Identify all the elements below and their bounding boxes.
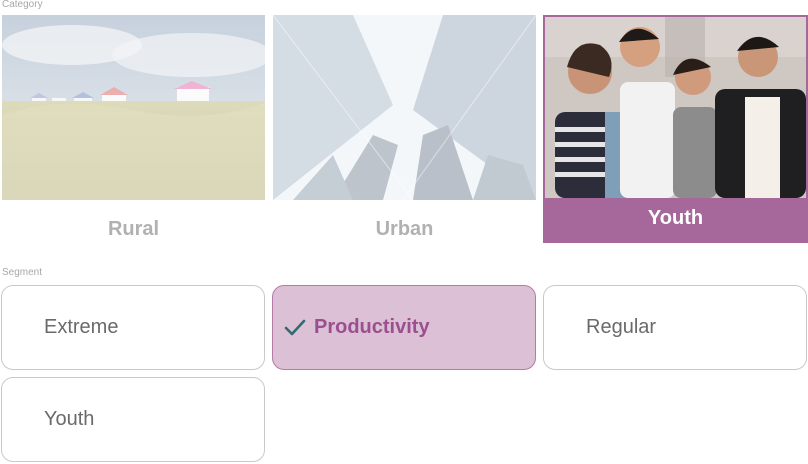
category-caption-rural: Rural xyxy=(107,218,160,240)
segment-option-label: Extreme xyxy=(44,316,119,338)
category-label: Category xyxy=(2,0,43,10)
segment-option-label: Regular xyxy=(586,316,657,338)
segment-option-label: Youth xyxy=(44,408,95,430)
segment-option-productivity[interactable]: Productivity xyxy=(272,285,536,370)
segment-option-youth[interactable]: Youth xyxy=(1,377,265,462)
segment-option-extreme[interactable]: Extreme xyxy=(1,285,265,370)
segment-label: Segment xyxy=(2,267,43,278)
checkmark-icon xyxy=(284,319,306,337)
category-caption-urban: Urban xyxy=(375,218,434,240)
category-tile-youth[interactable]: Youth xyxy=(543,15,808,243)
urban-image xyxy=(273,15,536,200)
youth-image xyxy=(545,17,806,198)
category-tile-urban[interactable]: Urban xyxy=(273,15,536,240)
segment-option-label: Productivity xyxy=(314,316,430,338)
segment-option-regular[interactable]: Regular xyxy=(543,285,807,370)
rural-image xyxy=(2,15,265,200)
category-tile-rural[interactable]: Rural xyxy=(2,15,265,240)
category-caption-youth: Youth xyxy=(647,207,704,229)
